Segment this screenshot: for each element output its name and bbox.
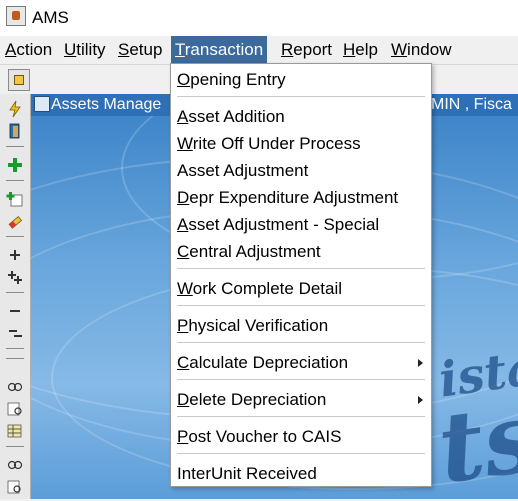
toolbar-separator <box>6 180 24 181</box>
menu-separator <box>177 268 425 269</box>
menu-report[interactable]: Report <box>277 36 336 64</box>
menu-item-central-adjustment[interactable]: Central Adjustment <box>177 239 421 265</box>
clear-record-icon[interactable] <box>6 212 24 230</box>
menu-item-write-off-under-process[interactable]: Write Off Under Process <box>177 131 421 157</box>
menu-separator <box>177 305 425 306</box>
menu-bar: Action Utility Setup Transaction Report … <box>0 36 518 64</box>
run-icon[interactable] <box>6 100 24 118</box>
background-text-2: ts <box>431 379 518 499</box>
menu-item-post-voucher-to-cais[interactable]: Post Voucher to CAIS <box>177 424 421 450</box>
menu-item-calculate-depreciation[interactable]: Calculate Depreciation <box>177 350 423 376</box>
java-app-icon <box>6 6 26 26</box>
transaction-menu: Opening Entry Asset Addition Write Off U… <box>170 63 432 487</box>
menu-separator <box>177 96 425 97</box>
delete-rows-icon[interactable] <box>6 324 24 342</box>
delete-row-icon[interactable] <box>6 302 24 320</box>
toolbar-separator <box>6 348 24 349</box>
window-title: AMS <box>32 8 69 27</box>
menu-item-asset-adjustment-special[interactable]: Asset Adjustment - Special <box>177 212 421 238</box>
toolbar-separator <box>6 358 24 359</box>
menu-item-depr-expenditure-adjustment[interactable]: Depr Expenditure Adjustment <box>177 185 421 211</box>
menu-item-interunit-received[interactable]: InterUnit Received <box>177 461 421 487</box>
query-icon[interactable] <box>6 378 24 396</box>
menu-item-opening-entry[interactable]: Opening Entry <box>177 67 421 93</box>
menu-setup[interactable]: Setup <box>114 36 166 64</box>
exit-door-icon[interactable] <box>6 122 24 140</box>
add-icon[interactable] <box>6 156 24 174</box>
inner-window-title: Assets Manage <box>51 96 162 113</box>
menu-action[interactable]: Action <box>1 36 56 64</box>
toolbar-separator <box>6 146 24 147</box>
toolbar-separator <box>6 236 24 237</box>
new-window-icon[interactable] <box>8 69 30 91</box>
insert-row-icon[interactable] <box>6 246 24 264</box>
menu-item-delete-depreciation[interactable]: Delete Depreciation <box>177 387 423 413</box>
menu-item-asset-adjustment[interactable]: Asset Adjustment <box>177 158 421 184</box>
find-record-icon[interactable] <box>6 478 24 496</box>
submenu-arrow-icon <box>418 396 423 404</box>
add-record-icon[interactable] <box>6 190 24 208</box>
menu-item-work-complete-detail[interactable]: Work Complete Detail <box>177 276 421 302</box>
menu-window[interactable]: Window <box>387 36 455 64</box>
inner-window-title-right: MIN , Fisca <box>431 96 512 113</box>
menu-separator <box>177 416 425 417</box>
search-icon[interactable] <box>6 456 24 474</box>
insert-rows-icon[interactable] <box>6 268 24 286</box>
submenu-arrow-icon <box>418 359 423 367</box>
toolbar-separator <box>6 446 24 447</box>
window-title-bar: AMS <box>0 0 518 36</box>
menu-separator <box>177 342 425 343</box>
grid-report-icon[interactable] <box>6 422 24 440</box>
toolbar-separator <box>6 292 24 293</box>
menu-separator <box>177 379 425 380</box>
menu-item-physical-verification[interactable]: Physical Verification <box>177 313 421 339</box>
menu-separator <box>177 453 425 454</box>
menu-item-asset-addition[interactable]: Asset Addition <box>177 104 421 130</box>
execute-query-icon[interactable] <box>6 400 24 418</box>
menu-help[interactable]: Help <box>339 36 382 64</box>
menu-utility[interactable]: Utility <box>60 36 110 64</box>
left-toolbar <box>0 94 31 499</box>
form-icon <box>34 96 50 112</box>
menu-transaction[interactable]: Transaction <box>171 36 268 64</box>
